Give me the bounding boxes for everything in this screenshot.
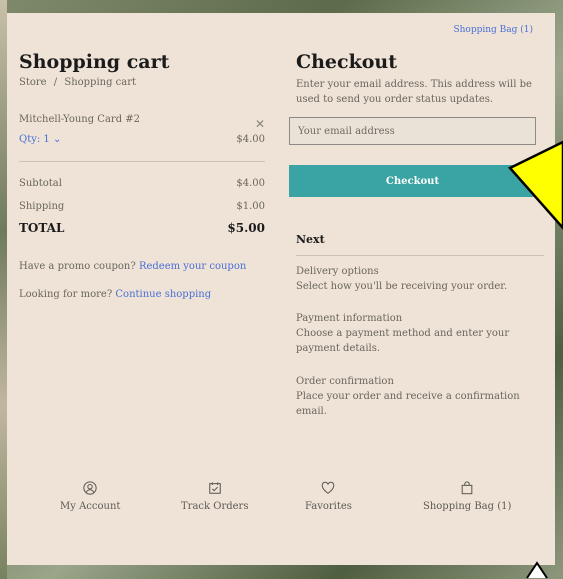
next-title: Next [296, 233, 325, 246]
track-orders-icon [208, 482, 221, 494]
user-icon [83, 481, 97, 495]
mouse-cursor-icon [526, 561, 548, 579]
qty-label: Qty: 1 [19, 134, 50, 145]
cart-item-qty-row: Qty: 1 ⌄ $4.00 [19, 132, 265, 147]
cart-item-row: Mitchell-Young Card #2 ✕ [19, 112, 265, 131]
nav-favorites[interactable]: Favorites [305, 481, 352, 512]
shopping-cart-panel: Shopping Bag (1) Shopping cart Store / S… [7, 13, 555, 565]
divider [19, 161, 265, 162]
qty-selector[interactable]: Qty: 1 ⌄ [19, 132, 61, 147]
divider [296, 255, 544, 256]
remove-item-icon[interactable]: ✕ [255, 117, 265, 132]
step-desc: Select how you'll be receiving your orde… [296, 281, 508, 292]
heart-icon [322, 481, 335, 494]
promo-line: Have a promo coupon? Redeem your coupon [19, 259, 246, 274]
more-text: Looking for more? [19, 289, 113, 300]
step-title: Payment information [296, 313, 403, 324]
breadcrumb-separator: / [53, 77, 58, 88]
total-row: TOTAL $5.00 [19, 221, 265, 235]
step-desc: Choose a payment method and enter your p… [296, 328, 510, 354]
step-payment: Payment information Choose a payment met… [296, 311, 548, 356]
nav-label: Favorites [305, 501, 352, 512]
step-title: Order confirmation [296, 376, 394, 387]
step-confirmation: Order confirmation Place your order and … [296, 374, 548, 419]
total-value: $5.00 [227, 221, 265, 235]
background-strip [0, 0, 7, 579]
item-name: Mitchell-Young Card #2 [19, 114, 141, 125]
breadcrumb: Store / Shopping cart [19, 75, 136, 90]
nav-shopping-bag[interactable]: Shopping Bag (1) [423, 481, 511, 512]
shipping-label: Shipping [19, 201, 65, 212]
nav-my-account[interactable]: My Account [60, 481, 120, 512]
checkout-button[interactable]: Checkout [289, 165, 536, 197]
step-desc: Place your order and receive a confirmat… [296, 391, 520, 417]
subtotal-row: Subtotal $4.00 [19, 176, 265, 191]
nav-label: My Account [60, 501, 121, 512]
total-label: TOTAL [19, 221, 65, 235]
shopping-bag-link[interactable]: Shopping Bag (1) [453, 25, 533, 35]
step-title: Delivery options [296, 266, 379, 277]
cart-title: Shopping cart [19, 51, 170, 73]
annotation-arrow-icon [508, 140, 563, 230]
subtotal-value: $4.00 [236, 178, 265, 189]
nav-label: Track Orders [181, 501, 249, 512]
item-price: $4.00 [236, 134, 265, 145]
chevron-down-icon: ⌄ [52, 134, 62, 145]
breadcrumb-current: Shopping cart [64, 77, 137, 88]
step-delivery: Delivery options Select how you'll be re… [296, 264, 548, 294]
redeem-coupon-link[interactable]: Redeem your coupon [139, 261, 246, 272]
subtotal-label: Subtotal [19, 178, 62, 189]
breadcrumb-store[interactable]: Store [19, 77, 47, 88]
continue-line: Looking for more? Continue shopping [19, 287, 211, 302]
promo-text: Have a promo coupon? [19, 261, 136, 272]
checkout-description: Enter your email address. This address w… [296, 79, 532, 105]
shipping-value: $1.00 [236, 201, 265, 212]
continue-shopping-link[interactable]: Continue shopping [115, 289, 211, 300]
email-input[interactable] [289, 117, 536, 145]
nav-track-orders[interactable]: Track Orders [181, 481, 248, 512]
nav-label: Shopping Bag (1) [423, 501, 512, 512]
checkout-title: Checkout [296, 51, 398, 73]
shopping-bag-icon [461, 481, 473, 495]
shipping-row: Shipping $1.00 [19, 199, 265, 214]
